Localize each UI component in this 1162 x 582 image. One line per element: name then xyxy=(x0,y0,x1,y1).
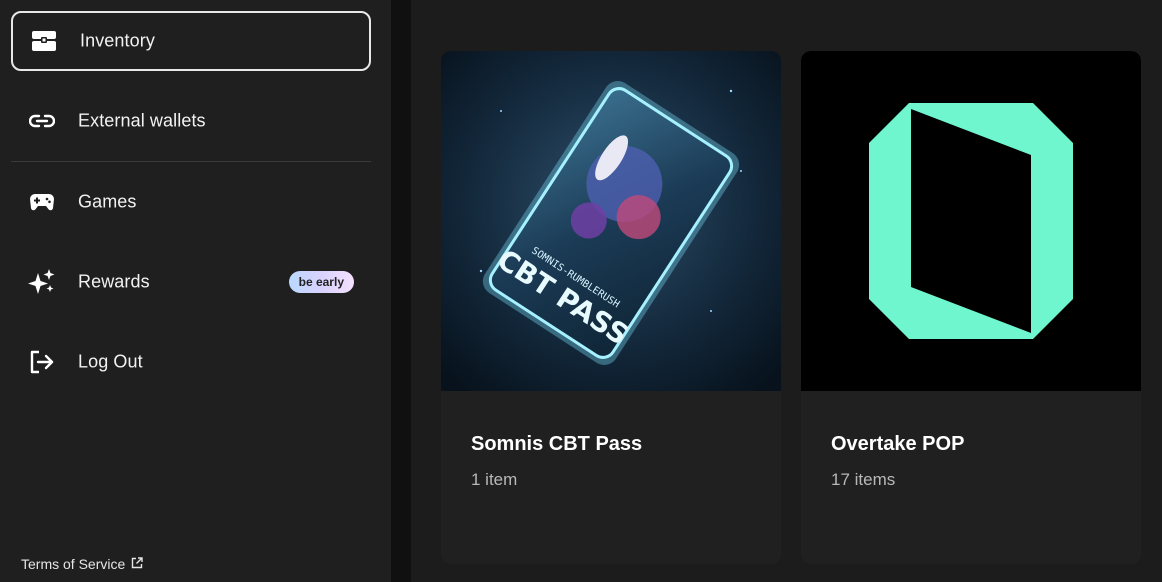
external-link-icon xyxy=(131,556,143,572)
sidebar-item-label: Inventory xyxy=(80,30,155,51)
sidebar-gutter xyxy=(391,0,411,582)
overtake-logo-image xyxy=(801,51,1141,391)
sidebar-item-label: Log Out xyxy=(78,351,143,372)
collection-item-count: 17 items xyxy=(831,470,896,489)
inventory-chest-icon xyxy=(30,27,58,55)
somnis-cbt-pass-image: SOMNIS-RUMBLERUSH CBT PASS xyxy=(441,51,781,391)
rewards-badge: be early xyxy=(288,271,354,293)
sparkles-icon xyxy=(28,268,56,296)
sidebar-item-rewards[interactable]: Rewards be early xyxy=(11,252,371,312)
link-icon xyxy=(28,107,56,135)
collection-card-overtake[interactable]: Overtake POP 17 items xyxy=(801,51,1141,564)
collection-title: Somnis CBT Pass xyxy=(471,433,643,455)
gamepad-icon xyxy=(28,188,56,216)
app-root: Inventory External wallets Games Rewards… xyxy=(0,0,1162,582)
inventory-grid: SOMNIS-RUMBLERUSH CBT PASS Somnis CBT Pa… xyxy=(411,0,1162,582)
collection-item-count: 1 item xyxy=(471,470,518,489)
sidebar-item-label: Rewards xyxy=(78,271,150,292)
terms-of-service-label: Terms of Service xyxy=(21,556,126,572)
sidebar-divider xyxy=(11,161,371,162)
collection-title: Overtake POP xyxy=(831,433,965,455)
terms-of-service-link[interactable]: Terms of Service xyxy=(21,556,143,572)
sidebar-item-games[interactable]: Games xyxy=(11,172,371,232)
sidebar-item-label: Games xyxy=(78,191,137,212)
sidebar-item-logout[interactable]: Log Out xyxy=(11,332,371,392)
collection-card-somnis[interactable]: SOMNIS-RUMBLERUSH CBT PASS Somnis CBT Pa… xyxy=(441,51,781,564)
sidebar: Inventory External wallets Games Rewards… xyxy=(0,0,391,582)
sidebar-item-external-wallets[interactable]: External wallets xyxy=(11,91,371,151)
sidebar-item-label: External wallets xyxy=(78,110,206,131)
sidebar-item-inventory[interactable]: Inventory xyxy=(11,11,371,71)
logout-icon xyxy=(28,348,56,376)
